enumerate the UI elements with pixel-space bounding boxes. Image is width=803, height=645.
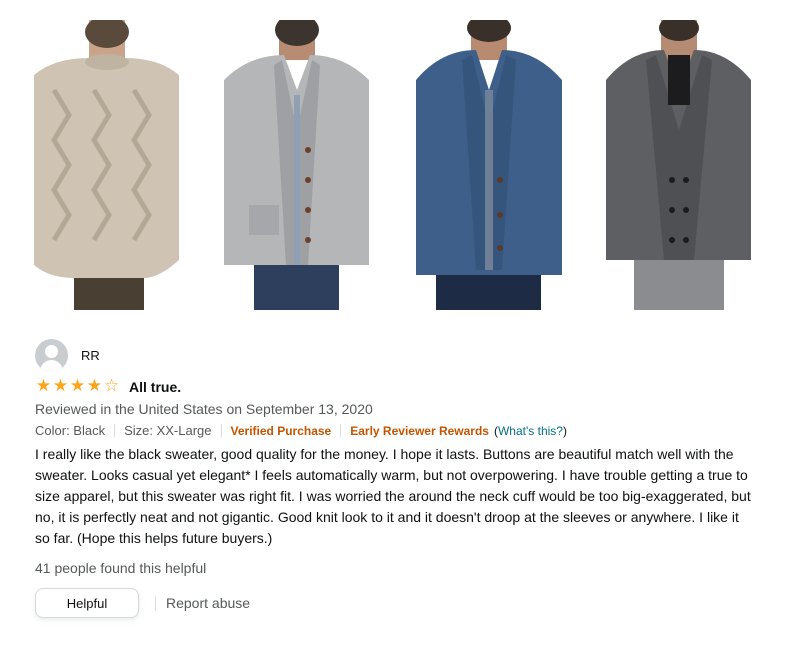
divider	[340, 424, 342, 437]
review-title[interactable]: All true.	[129, 379, 181, 395]
default-profile-icon[interactable]	[35, 339, 68, 372]
avatar-torso	[40, 360, 63, 372]
helpful-button[interactable]: Helpful	[35, 588, 139, 618]
product-photo-2[interactable]	[224, 20, 369, 310]
star-filled-icon: ★	[52, 376, 69, 395]
whats-this-close: )	[562, 423, 567, 438]
star-filled-icon: ★	[69, 376, 86, 395]
reviewer-name[interactable]: RR	[81, 348, 100, 363]
product-photo-3[interactable]	[416, 20, 562, 310]
divider	[114, 424, 116, 437]
avatar-head	[45, 345, 58, 358]
color-variant[interactable]: Color: Black	[35, 423, 105, 438]
product-photo-1[interactable]	[34, 20, 179, 310]
beige-cable-knit-sweater-photo	[34, 20, 179, 310]
divider	[220, 424, 222, 437]
star-filled-icon: ★	[35, 376, 52, 395]
verified-purchase-badge: Verified Purchase	[230, 423, 332, 438]
review-date: Reviewed in the United States on Septemb…	[35, 401, 373, 417]
helpful-count: 41 people found this helpful	[35, 560, 207, 576]
star-empty-icon: ☆	[103, 376, 120, 395]
divider	[155, 596, 156, 611]
star-rating[interactable]: ★ ★ ★ ★ ☆	[35, 376, 120, 396]
review-meta: Color: Black Size: XX-Large Verified Pur…	[35, 423, 567, 438]
charcoal-shawl-cardigan-photo	[606, 20, 751, 310]
review-body: I really like the black sweater, good qu…	[35, 446, 751, 546]
gray-shawl-cardigan-photo	[224, 20, 369, 310]
report-abuse-link[interactable]: Report abuse	[166, 595, 250, 611]
star-filled-icon: ★	[86, 376, 103, 395]
early-reviewer-badge: Early Reviewer Rewards	[350, 423, 489, 438]
product-photo-4[interactable]	[606, 20, 751, 310]
size-variant[interactable]: Size: XX-Large	[124, 423, 211, 438]
whats-this-link[interactable]: What's this?	[498, 424, 563, 438]
blue-shawl-cardigan-photo	[416, 20, 562, 310]
